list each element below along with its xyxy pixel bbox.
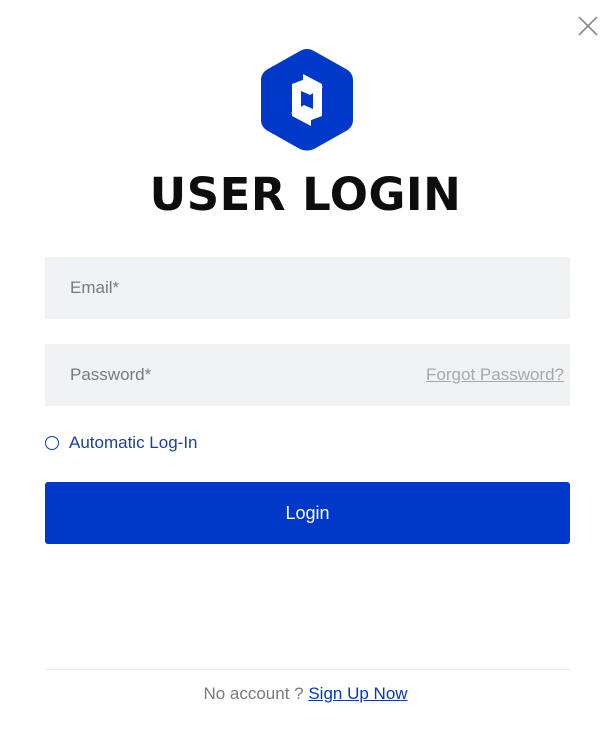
automatic-login-label: Automatic Log-In bbox=[69, 433, 198, 452]
login-dialog: USER LOGIN Forgot Password? Automatic Lo… bbox=[0, 0, 611, 737]
automatic-login-radio[interactable] bbox=[45, 436, 59, 450]
brand-logo bbox=[259, 47, 355, 153]
close-button[interactable] bbox=[576, 14, 600, 38]
sign-up-link[interactable]: Sign Up Now bbox=[308, 684, 407, 703]
email-input[interactable] bbox=[45, 257, 570, 319]
signup-prompt: No account ? Sign Up Now bbox=[0, 683, 611, 705]
login-button[interactable]: Login bbox=[45, 482, 570, 544]
no-account-text: No account ? bbox=[203, 684, 309, 703]
divider bbox=[45, 669, 570, 670]
automatic-login-option[interactable]: Automatic Log-In bbox=[45, 431, 198, 455]
email-field[interactable] bbox=[45, 257, 570, 319]
hexagon-logo-icon bbox=[261, 49, 353, 151]
page-title: USER LOGIN bbox=[149, 168, 462, 221]
close-icon bbox=[578, 16, 598, 36]
forgot-password-link[interactable]: Forgot Password? bbox=[426, 344, 564, 406]
password-field[interactable]: Forgot Password? bbox=[45, 344, 570, 406]
